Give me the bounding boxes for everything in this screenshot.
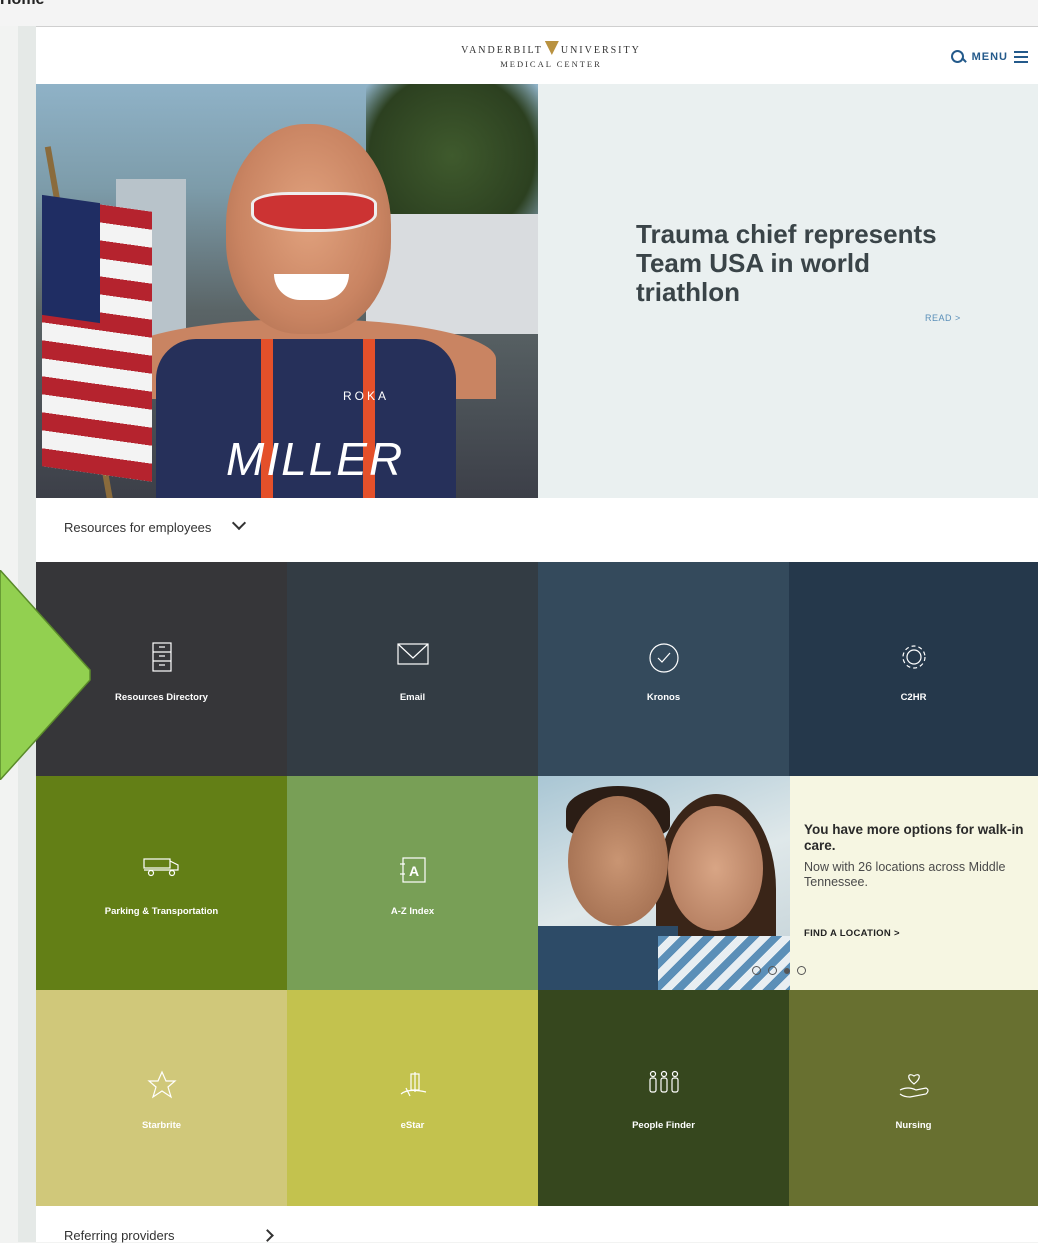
tile-label: Kronos bbox=[646, 692, 681, 703]
tile-parking-transportation[interactable]: Parking & Transportation bbox=[36, 776, 287, 990]
hero-text: Trauma chief represents Team USA in worl… bbox=[636, 220, 966, 307]
site-header: VANDERBILT UNIVERSITY MEDICAL CENTER MENU bbox=[36, 26, 1038, 85]
tile-az-index[interactable]: A A-Z Index bbox=[287, 776, 538, 990]
browser-strip: Home bbox=[0, 0, 1038, 26]
tile-label: eStar bbox=[400, 1120, 425, 1131]
chevron-down-icon bbox=[231, 515, 247, 531]
walk-in-promo[interactable]: You have more options for walk-in care. … bbox=[538, 776, 1038, 990]
header-tools: MENU bbox=[950, 47, 1028, 67]
page-tab-title: Home bbox=[0, 0, 44, 9]
resources-label: Resources for employees bbox=[64, 520, 212, 535]
svg-text:A: A bbox=[409, 863, 419, 879]
envelope-icon bbox=[396, 643, 429, 665]
jersey-name: MILLER bbox=[226, 433, 405, 485]
estar-icon bbox=[400, 1072, 426, 1097]
promo-text: You have more options for walk-in care. … bbox=[804, 822, 1024, 890]
tile-label: Email bbox=[399, 692, 426, 703]
jersey-brand: ROKA bbox=[343, 389, 390, 403]
tile-label: Parking & Transportation bbox=[104, 906, 219, 917]
annotation-arrow-icon bbox=[0, 570, 91, 780]
page: VANDERBILT UNIVERSITY MEDICAL CENTER MENU… bbox=[36, 26, 1038, 1243]
tile-label: A-Z Index bbox=[390, 906, 435, 917]
carousel-dot[interactable] bbox=[768, 966, 777, 975]
tile-estar[interactable]: eStar bbox=[287, 990, 538, 1206]
resources-toggle[interactable]: Resources for employees bbox=[36, 498, 1038, 562]
clock-check-icon bbox=[648, 643, 679, 673]
tile-label: Nursing bbox=[895, 1120, 932, 1131]
logo-word-university: UNIVERSITY bbox=[560, 45, 641, 56]
gear-icon bbox=[901, 645, 926, 669]
tile-nursing[interactable]: Nursing bbox=[789, 990, 1038, 1206]
promo-title: You have more options for walk-in care. bbox=[804, 822, 1024, 853]
find-location-link[interactable]: FIND A LOCATION > bbox=[804, 928, 900, 939]
hero-photo[interactable]: ROKA MILLER bbox=[36, 84, 538, 498]
shuttle-icon bbox=[142, 858, 179, 877]
tile-label: Starbrite bbox=[141, 1120, 182, 1131]
hero: ROKA MILLER Trauma chief represents Team… bbox=[36, 84, 1038, 498]
carousel-dots bbox=[752, 966, 806, 975]
hamburger-icon[interactable] bbox=[1014, 51, 1028, 63]
carousel-dot[interactable] bbox=[752, 966, 761, 975]
referring-providers-link[interactable]: Referring providers bbox=[36, 1206, 1038, 1243]
tile-email[interactable]: Email bbox=[287, 562, 538, 776]
referring-label: Referring providers bbox=[64, 1228, 175, 1243]
menu-button[interactable]: MENU bbox=[972, 51, 1008, 63]
star-icon bbox=[146, 1070, 177, 1099]
tile-c2hr[interactable]: C2HR bbox=[789, 562, 1038, 776]
heart-hand-icon bbox=[899, 1074, 929, 1098]
logo-word-vanderbilt: VANDERBILT bbox=[461, 45, 543, 56]
tiles-grid: Resources Directory Email Kronos C2HR Pa… bbox=[36, 562, 1038, 1206]
logo-subtitle: MEDICAL CENTER bbox=[500, 59, 602, 69]
read-link[interactable]: READ > bbox=[925, 313, 961, 323]
site-logo[interactable]: VANDERBILT UNIVERSITY MEDICAL CENTER bbox=[446, 41, 656, 69]
tile-starbrite[interactable]: Starbrite bbox=[36, 990, 287, 1206]
hero-title[interactable]: Trauma chief represents Team USA in worl… bbox=[636, 220, 966, 307]
logo-v-icon bbox=[544, 41, 559, 55]
promo-subtitle: Now with 26 locations across Middle Tenn… bbox=[804, 860, 1006, 889]
carousel-dot-active[interactable] bbox=[784, 967, 790, 974]
tile-label: C2HR bbox=[900, 692, 927, 703]
tile-people-finder[interactable]: People Finder bbox=[538, 990, 789, 1206]
tile-label: People Finder bbox=[632, 1120, 695, 1131]
search-icon[interactable] bbox=[950, 49, 966, 65]
carousel-dot[interactable] bbox=[797, 966, 806, 975]
promo-photo bbox=[538, 776, 790, 990]
people-icon bbox=[648, 1070, 679, 1093]
az-index-icon: A bbox=[399, 857, 426, 883]
chevron-right-icon bbox=[261, 1229, 274, 1242]
cabinet-icon bbox=[151, 642, 172, 672]
tile-kronos[interactable]: Kronos bbox=[538, 562, 789, 776]
